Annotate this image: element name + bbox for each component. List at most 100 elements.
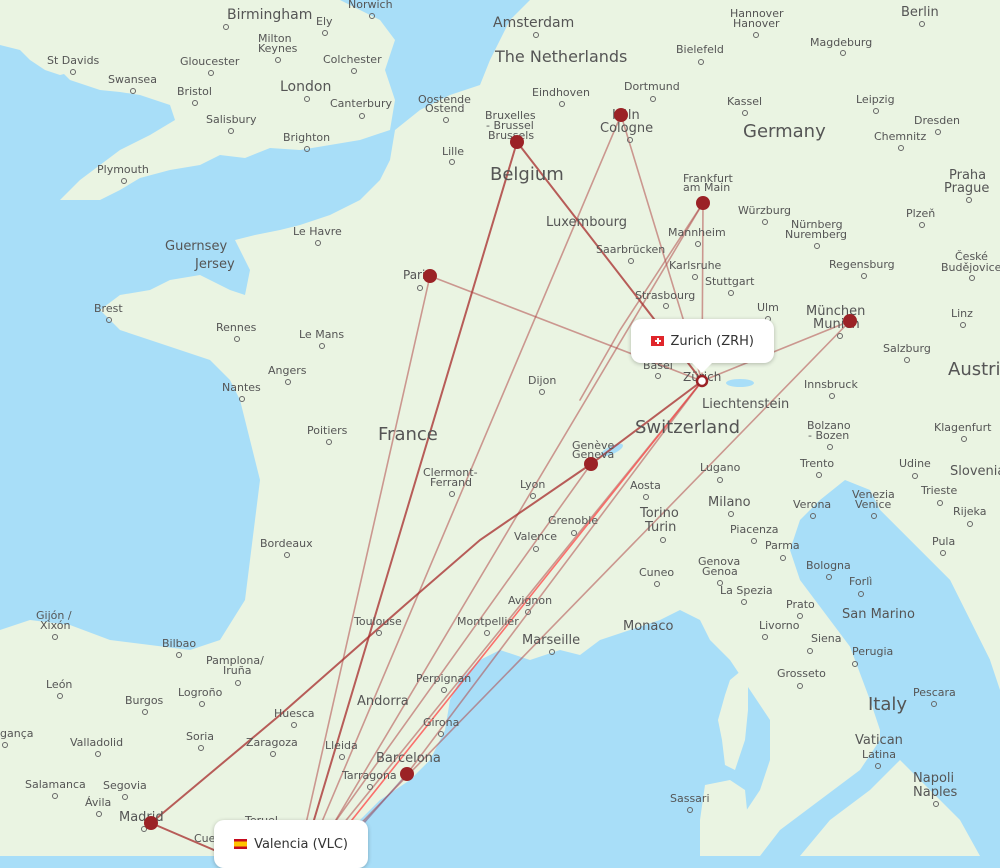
marker-paris[interactable]: [423, 269, 437, 283]
city-label: Venice: [855, 498, 892, 511]
city-label: Huesca: [274, 707, 315, 720]
city-label: Bielefeld: [676, 43, 724, 56]
country-label: Monaco: [623, 619, 674, 634]
origin-popup[interactable]: Zurich (ZRH): [631, 319, 774, 363]
city-label: Saarbrücken: [596, 243, 665, 256]
marker-munich[interactable]: [843, 314, 857, 328]
destination-popup[interactable]: Valencia (VLC): [214, 820, 368, 868]
city-label: Lleida: [325, 739, 358, 752]
city-label: Amsterdam: [493, 15, 574, 31]
city-label: Nantes: [222, 381, 261, 394]
city-label: Innsbruck: [804, 378, 858, 391]
city-label: León: [46, 678, 72, 691]
city-label: Stuttgart: [705, 275, 755, 288]
city-label: Salzburg: [883, 342, 931, 355]
city-label: Parma: [765, 539, 800, 552]
city-label: Magdeburg: [810, 36, 872, 49]
city-label: Latina: [862, 748, 896, 761]
city-label: Mannheim: [668, 226, 726, 239]
city-label: Swansea: [108, 73, 157, 86]
city-label: Ávila: [85, 796, 111, 809]
city-label: Dijon: [528, 374, 556, 387]
city-label: Burgos: [125, 694, 164, 707]
city-label: Segovia: [103, 779, 147, 792]
city-label: Lugano: [700, 461, 741, 474]
city-label: Canterbury: [330, 97, 392, 110]
country-label: San Marino: [842, 607, 915, 622]
marker-barcelona[interactable]: [400, 767, 414, 781]
city-label: Nuremberg: [785, 228, 847, 241]
city-label: Dresden: [914, 114, 960, 127]
city-label: Rennes: [216, 321, 257, 334]
city-label: Torino: [639, 506, 679, 521]
city-label: Rijeka: [953, 505, 986, 518]
marker-frankfurt[interactable]: [696, 196, 710, 210]
city-label: Bologna: [806, 559, 851, 572]
city-label: Forlì: [849, 575, 872, 588]
city-label: Le Mans: [299, 328, 344, 341]
city-label: gança: [0, 727, 33, 740]
city-label: Ely: [316, 15, 333, 28]
city-label: Udine: [899, 457, 931, 470]
city-label: Berlin: [901, 5, 939, 20]
city-label: Toulouse: [353, 615, 402, 628]
city-label: Regensburg: [829, 258, 895, 271]
flag-switzerland-icon: [651, 336, 664, 346]
marker-brussels[interactable]: [510, 135, 524, 149]
city-label: Birmingham: [227, 7, 312, 23]
marker-geneva[interactable]: [584, 457, 598, 471]
city-label: Budějovice: [941, 261, 1000, 274]
city-label: Cuneo: [639, 566, 674, 579]
city-label: Soria: [186, 730, 214, 743]
city-label: Barcelona: [376, 751, 441, 766]
city-label: Marseille: [522, 633, 580, 648]
country-label: Austria: [948, 359, 1000, 380]
marker-madrid[interactable]: [144, 816, 158, 830]
city-label: Prato: [786, 598, 815, 611]
city-label: Leipzig: [856, 93, 895, 106]
city-label: Ostend: [425, 102, 464, 115]
city-label: Poitiers: [307, 424, 348, 437]
city-label: Le Havre: [293, 225, 342, 238]
city-label: Milano: [708, 495, 751, 510]
city-label: Grosseto: [777, 667, 826, 680]
city-label: - Bozen: [808, 429, 849, 442]
city-label: Perpignan: [416, 672, 471, 685]
city-label: Karlsruhe: [669, 259, 722, 272]
city-label: Genoa: [702, 565, 738, 578]
city-label: am Main: [683, 181, 730, 194]
city-label: Keynes: [258, 42, 298, 55]
city-label: Naples: [913, 785, 958, 800]
city-label: Lille: [442, 145, 464, 158]
city-label: St Davids: [47, 54, 100, 67]
country-label: Jersey: [194, 257, 235, 272]
origin-popup-pointer: [692, 363, 712, 373]
city-label: Plzeň: [906, 207, 935, 220]
city-label: Brest: [94, 302, 123, 315]
country-label: Italy: [868, 694, 907, 715]
city-label: Salisbury: [206, 113, 257, 126]
country-label: Luxembourg: [546, 215, 627, 230]
city-label: Tarragona: [341, 769, 397, 782]
city-label: Ulm: [757, 301, 779, 314]
city-label: Norwich: [348, 0, 393, 11]
city-label: Piacenza: [730, 523, 779, 536]
country-label: France: [378, 424, 438, 445]
destination-label: Valencia (VLC): [254, 836, 348, 852]
city-label: Linz: [951, 307, 973, 320]
country-label: Switzerland: [635, 417, 740, 438]
city-label: Lyon: [520, 478, 545, 491]
marker-koln[interactable]: [614, 108, 628, 122]
marker-zurich-origin[interactable]: [695, 374, 709, 388]
city-label: La Spezia: [720, 584, 773, 597]
city-label: Perugia: [852, 645, 893, 658]
city-label: Aosta: [630, 479, 661, 492]
flag-spain-icon: [234, 839, 248, 849]
country-label: Germany: [743, 121, 826, 142]
city-label: Chemnitz: [874, 130, 926, 143]
city-label: Livorno: [759, 619, 800, 632]
route-map[interactable]: Birmingham Norwich Ely MiltonKeynes Glou…: [0, 0, 1000, 856]
city-label: Avignon: [508, 594, 552, 607]
city-label: Plymouth: [97, 163, 149, 176]
city-label: Turin: [644, 520, 676, 535]
